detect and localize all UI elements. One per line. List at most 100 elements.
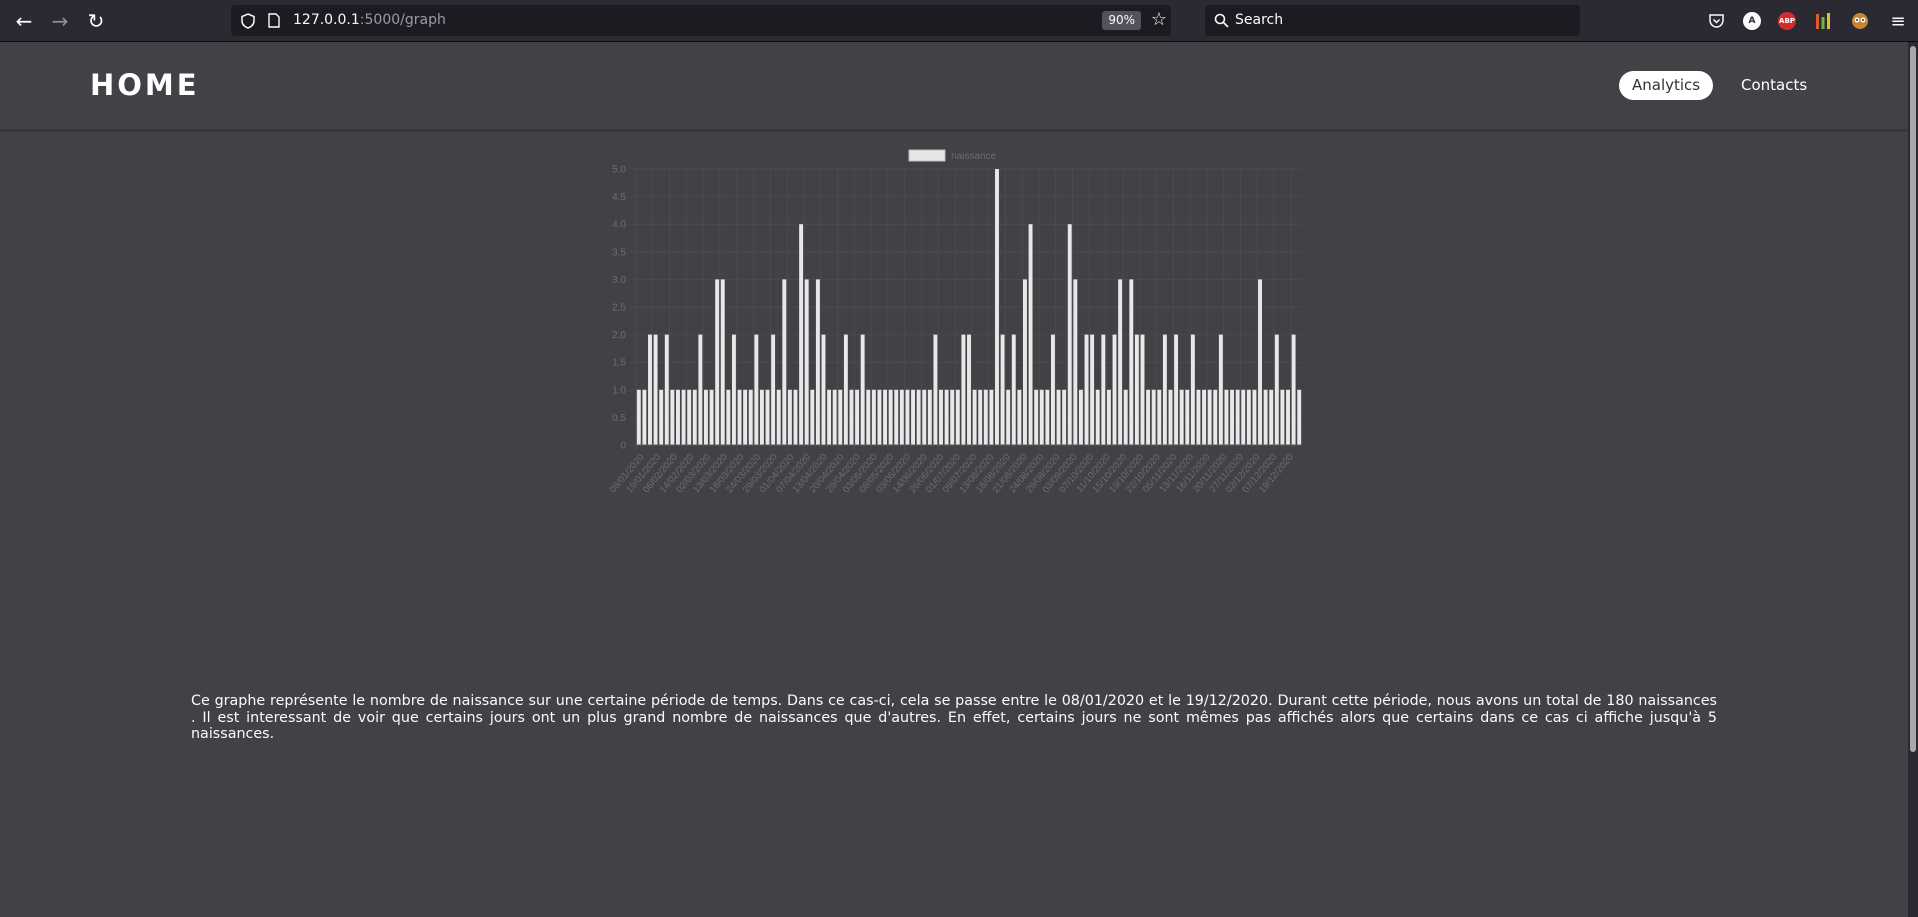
bar bbox=[1151, 389, 1156, 445]
bar bbox=[855, 389, 860, 445]
bar bbox=[676, 389, 680, 445]
url-host: 127.0.0.1 bbox=[293, 12, 360, 28]
bar bbox=[1056, 389, 1061, 445]
extension-face-icon[interactable] bbox=[1851, 12, 1869, 30]
bar bbox=[1017, 389, 1022, 445]
bar bbox=[1246, 389, 1251, 445]
bar bbox=[1023, 279, 1027, 445]
bar bbox=[765, 389, 770, 445]
legend-label: naissance bbox=[951, 151, 996, 162]
reload-icon[interactable]: ↻ bbox=[82, 7, 110, 35]
bar bbox=[759, 389, 764, 445]
search-bar[interactable]: Search bbox=[1205, 5, 1580, 36]
bar bbox=[1073, 279, 1078, 445]
births-chart: naissance 0 0.5 1.0 1.5 2.0 2.5 3.0 3.5 4.0 4.5 5.0… bbox=[590, 140, 1320, 510]
menu-icon[interactable]: ≡ bbox=[1884, 7, 1912, 35]
bar bbox=[720, 279, 725, 445]
bar bbox=[748, 389, 753, 445]
bar bbox=[737, 389, 742, 445]
bar bbox=[664, 334, 669, 445]
bar bbox=[866, 389, 871, 445]
bar bbox=[950, 389, 955, 445]
bar bbox=[687, 389, 692, 445]
forward-icon[interactable]: → bbox=[46, 7, 74, 35]
bar bbox=[1101, 334, 1106, 445]
bar bbox=[1129, 279, 1134, 445]
bar bbox=[1174, 334, 1179, 445]
y-tick-label: 2.0 bbox=[612, 330, 626, 341]
account-icon[interactable]: A bbox=[1743, 12, 1761, 30]
bar bbox=[827, 389, 832, 445]
bar bbox=[1062, 389, 1067, 445]
bar bbox=[1011, 334, 1016, 445]
bar bbox=[670, 389, 675, 445]
chart-description: Ce graphe représente le nombre de naissa… bbox=[191, 693, 1717, 742]
bar bbox=[1274, 334, 1279, 445]
bar bbox=[944, 389, 949, 445]
bar bbox=[804, 279, 809, 445]
url-text: 127.0.0.1:5000/graph bbox=[293, 12, 446, 28]
bar bbox=[743, 389, 748, 445]
brand-home-link[interactable]: HOME bbox=[90, 68, 200, 102]
bar bbox=[692, 389, 697, 445]
url-path: :5000/graph bbox=[359, 12, 446, 28]
bar bbox=[1202, 389, 1207, 445]
y-tick-label: 5.0 bbox=[612, 165, 626, 176]
bar bbox=[810, 389, 815, 445]
bar bbox=[703, 389, 708, 445]
bar bbox=[1078, 389, 1083, 445]
bar bbox=[1084, 334, 1089, 445]
bar bbox=[787, 389, 792, 445]
legend-swatch bbox=[908, 149, 946, 162]
bar bbox=[1286, 389, 1290, 445]
bar bbox=[1146, 389, 1151, 445]
bar bbox=[726, 389, 731, 445]
y-tick-label: 4.0 bbox=[612, 220, 626, 231]
adblock-icon[interactable]: ABP bbox=[1778, 12, 1796, 30]
bar bbox=[1118, 279, 1123, 445]
equalizer-icon[interactable] bbox=[1815, 12, 1831, 30]
zoom-badge[interactable]: 90% bbox=[1102, 11, 1141, 30]
bar bbox=[1039, 389, 1044, 445]
bar bbox=[871, 389, 876, 445]
bar bbox=[1140, 334, 1145, 445]
bar bbox=[972, 389, 977, 445]
back-icon[interactable]: ← bbox=[10, 7, 38, 35]
bar bbox=[1067, 224, 1072, 445]
bar bbox=[1269, 389, 1274, 445]
search-placeholder: Search bbox=[1235, 12, 1284, 28]
bar bbox=[1034, 389, 1039, 445]
page-scrollbar[interactable] bbox=[1908, 42, 1918, 917]
bar bbox=[905, 389, 910, 445]
bar bbox=[648, 334, 652, 445]
bar bbox=[1157, 389, 1162, 445]
bar bbox=[731, 334, 736, 445]
bar bbox=[967, 334, 971, 445]
bar bbox=[939, 389, 943, 445]
bar bbox=[698, 334, 703, 445]
nav-contacts[interactable]: Contacts bbox=[1728, 71, 1820, 100]
bar bbox=[1218, 334, 1223, 445]
bar-chart-svg: naissance 0 0.5 1.0 1.5 2.0 2.5 3.0 3.5 4.0 4.5 5.0… bbox=[608, 149, 1302, 495]
url-bar[interactable]: 127.0.0.1:5000/graph 90% ☆ bbox=[231, 5, 1171, 36]
bar bbox=[978, 389, 983, 445]
bar bbox=[715, 279, 720, 445]
scrollbar-thumb[interactable] bbox=[1910, 46, 1916, 752]
y-tick-label: 2.5 bbox=[612, 303, 626, 314]
bar bbox=[776, 389, 781, 445]
nav-analytics[interactable]: Analytics bbox=[1619, 71, 1714, 100]
bar bbox=[754, 334, 759, 445]
bar bbox=[1006, 389, 1011, 445]
bar bbox=[883, 389, 888, 445]
bookmark-star-icon[interactable]: ☆ bbox=[1151, 9, 1167, 30]
bar bbox=[1179, 389, 1184, 445]
pocket-icon[interactable] bbox=[1708, 12, 1725, 29]
bar bbox=[1196, 389, 1201, 445]
bar bbox=[832, 389, 837, 445]
bar bbox=[989, 389, 994, 445]
y-tick-label: 4.5 bbox=[612, 192, 626, 203]
y-tick-label: 0 bbox=[620, 441, 626, 452]
bar bbox=[636, 389, 641, 445]
bar bbox=[843, 334, 848, 445]
bar bbox=[1000, 334, 1005, 445]
